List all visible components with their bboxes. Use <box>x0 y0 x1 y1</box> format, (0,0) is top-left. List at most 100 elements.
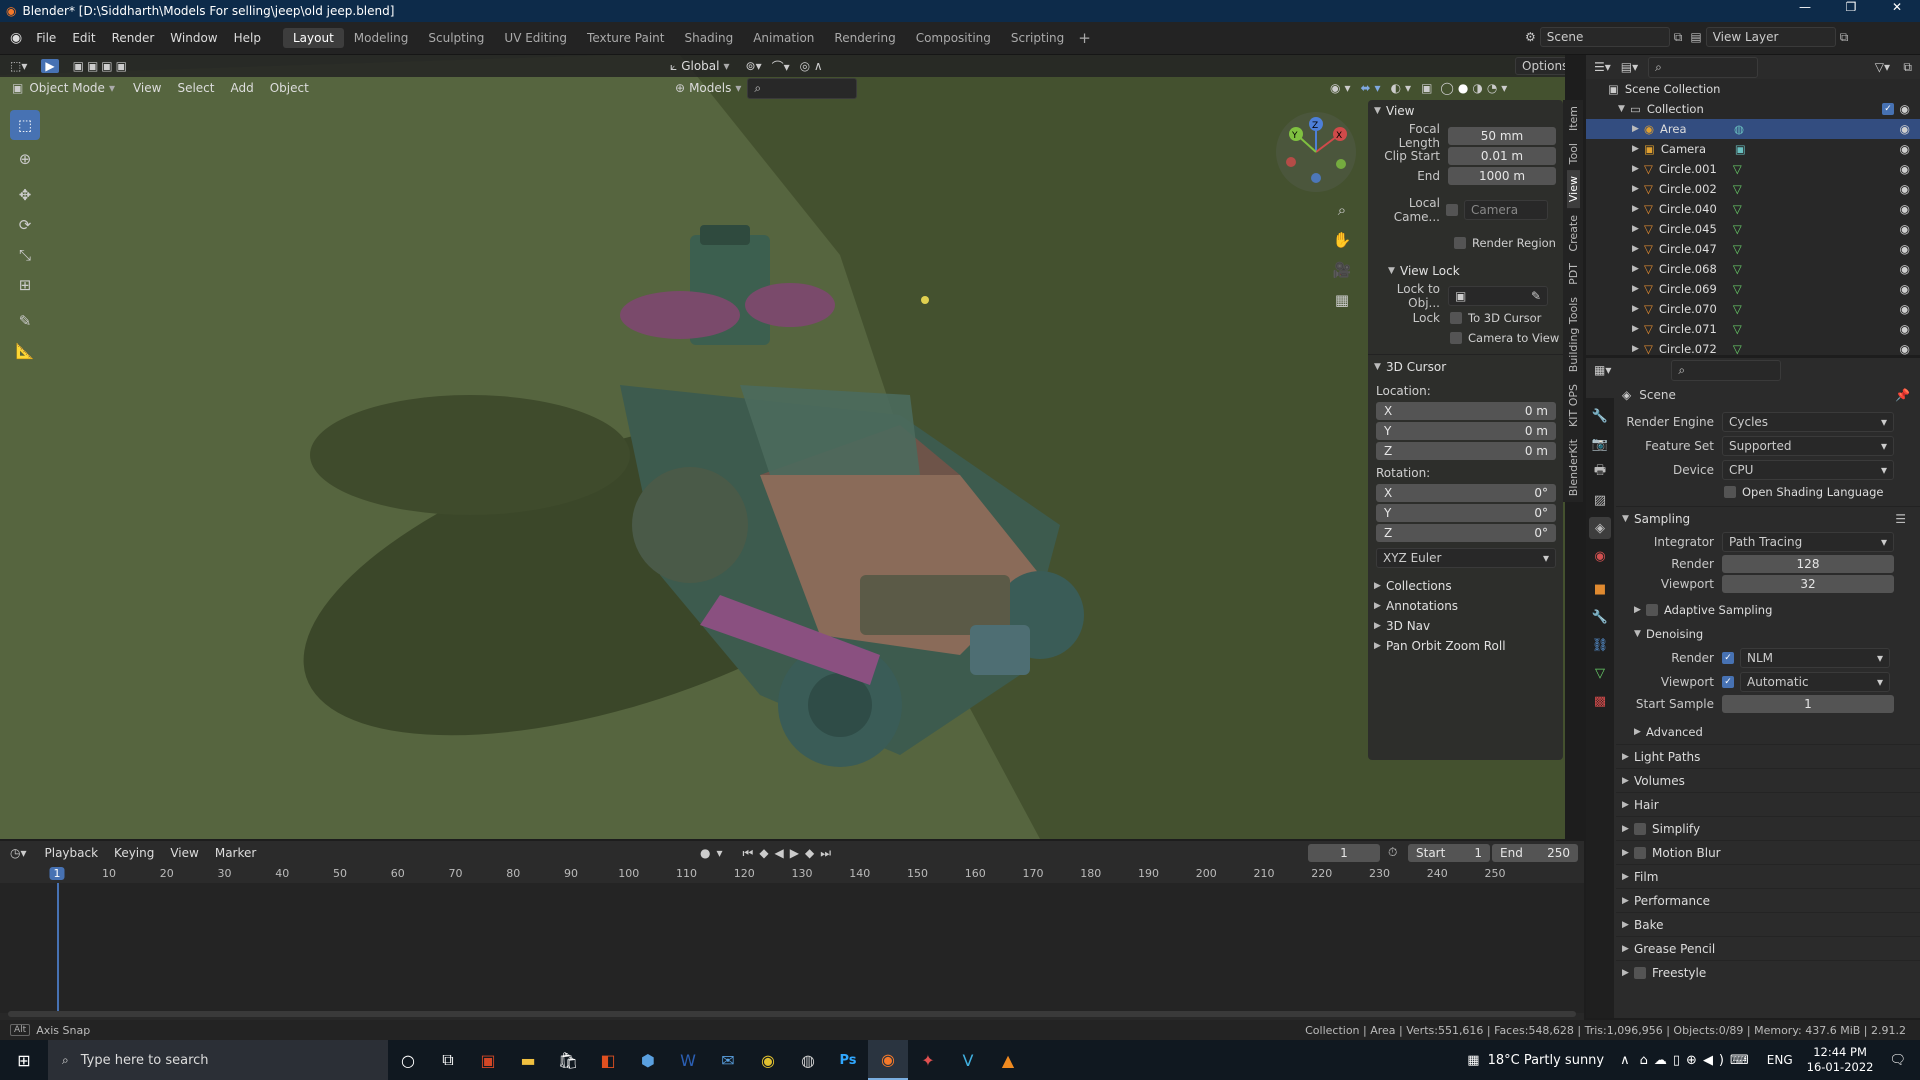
eye-icon[interactable]: ◉ <box>1900 262 1910 276</box>
next-keyframe-icon[interactable]: ◆ <box>805 846 820 860</box>
tab-scripting[interactable]: Scripting <box>1001 28 1074 48</box>
motion-blur-checkbox[interactable] <box>1634 846 1646 859</box>
menu-help[interactable]: Help <box>226 31 269 45</box>
properties-editor-icon[interactable]: ▦▾ <box>1594 363 1611 377</box>
options-dropdown[interactable]: Options <box>1515 57 1565 75</box>
office-icon[interactable]: ◧ <box>588 1040 628 1080</box>
local-camera-field[interactable]: Camera <box>1464 200 1548 220</box>
panel-annotations[interactable]: ▶ Annotations <box>1368 596 1563 616</box>
view-lock-header[interactable]: ▼ View Lock <box>1368 260 1563 282</box>
viewport-menu-select[interactable]: Select <box>169 81 222 95</box>
tab-uv-editing[interactable]: UV Editing <box>494 28 577 48</box>
3d-cursor-header[interactable]: ▼ 3D Cursor <box>1368 354 1563 378</box>
transform-orientation-dropdown[interactable]: Global <box>681 59 719 73</box>
rotate-tool-icon[interactable]: ⟳ <box>10 210 40 240</box>
overlays-icon[interactable]: ◐▾ <box>1391 81 1416 95</box>
viewport-menu-view[interactable]: View <box>125 81 169 95</box>
osl-checkbox[interactable] <box>1724 486 1736 498</box>
exclude-checkbox[interactable]: ✓ <box>1882 103 1894 115</box>
scale-tool-icon[interactable]: ⤡ <box>10 240 40 270</box>
measure-tool-icon[interactable]: 📐 <box>10 336 40 366</box>
modifier-tab-icon[interactable]: 🔧 <box>1589 606 1611 628</box>
mesh-data-icon[interactable]: ▽ <box>1733 202 1742 216</box>
start-frame-field[interactable]: Start 1 <box>1408 844 1490 862</box>
mesh-data-icon[interactable]: ▽ <box>1733 302 1742 316</box>
lock-to-object-field[interactable]: ▣ ✎ <box>1448 286 1548 306</box>
rotation-mode-dropdown[interactable]: XYZ Euler ▾ <box>1376 548 1556 568</box>
word-icon[interactable]: W <box>668 1040 708 1080</box>
rot-x-field[interactable]: X 0° <box>1376 484 1556 502</box>
panel-performance[interactable]: ▶ Performance <box>1616 888 1920 912</box>
display-mode-icon[interactable]: ▤▾ <box>1621 60 1638 74</box>
sampling-panel-header[interactable]: ▼ Sampling ☰ <box>1616 506 1920 530</box>
task-view-icon[interactable]: ⧉ <box>428 1040 468 1080</box>
n-tab-tool[interactable]: Tool <box>1567 137 1580 170</box>
expand-arrow-icon[interactable]: ▶ <box>1632 224 1644 234</box>
tab-modeling[interactable]: Modeling <box>344 28 419 48</box>
menu-edit[interactable]: Edit <box>64 31 103 45</box>
navigation-gizmo[interactable]: Z X Y <box>1276 112 1356 192</box>
n-tab-pdt[interactable]: PDT <box>1567 257 1580 291</box>
outliner-item[interactable]: ▶ ▽ Circle.002 ▽ ◉ <box>1586 179 1920 199</box>
outliner-item[interactable]: ▶ ▽ Circle.070 ▽ ◉ <box>1586 299 1920 319</box>
lock-to-3d-cursor-checkbox[interactable] <box>1450 312 1462 324</box>
jump-start-icon[interactable]: ⏮ <box>743 846 760 861</box>
windows-start-icon[interactable]: ⊞ <box>0 1040 48 1080</box>
viewport-menu-add[interactable]: Add <box>222 81 261 95</box>
new-collection-icon[interactable]: ⧉ <box>1903 60 1912 75</box>
eye-icon[interactable]: ◉ <box>1900 342 1910 355</box>
vpn-icon[interactable]: V <box>948 1040 988 1080</box>
file-explorer-icon[interactable]: ▬ <box>508 1040 548 1080</box>
zoom-icon[interactable]: ⌕ <box>1330 195 1354 225</box>
output-tab-icon[interactable]: 🖶 <box>1589 461 1611 483</box>
powerpoint-icon[interactable]: ▣ <box>468 1040 508 1080</box>
add-workspace-button[interactable]: + <box>1078 29 1091 47</box>
adaptive-sampling-header[interactable]: ▶ Adaptive Sampling <box>1616 598 1920 622</box>
device-dropdown[interactable]: CPU ▾ <box>1722 460 1894 480</box>
panel-collections[interactable]: ▶ Collections <box>1368 576 1563 596</box>
feature-set-dropdown[interactable]: Supported ▾ <box>1722 436 1894 456</box>
denoise-render-dropdown[interactable]: NLM ▾ <box>1740 648 1890 668</box>
outliner-item[interactable]: ▶ ▽ Circle.071 ▽ ◉ <box>1586 319 1920 339</box>
panel-hair[interactable]: ▶ Hair <box>1616 792 1920 816</box>
viewport-search-input[interactable]: ⌕ <box>747 77 858 99</box>
panel-freestyle[interactable]: ▶ Freestyle <box>1616 960 1920 984</box>
panel-volumes[interactable]: ▶ Volumes <box>1616 768 1920 792</box>
mail-icon[interactable]: ✉ <box>708 1040 748 1080</box>
move-tool-icon[interactable]: ✥ <box>10 180 40 210</box>
expand-arrow-icon[interactable]: ▶ <box>1632 204 1644 214</box>
menu-file[interactable]: File <box>28 31 64 45</box>
n-tab-kit-ops[interactable]: KIT OPS <box>1567 378 1580 433</box>
eye-icon[interactable]: ◉ <box>1900 202 1910 216</box>
panel-motion-blur[interactable]: ▶ Motion Blur <box>1616 840 1920 864</box>
taskbar-search-box[interactable]: ⌕ Type here to search <box>48 1040 388 1080</box>
texture-tab-icon[interactable]: ▩ <box>1589 690 1611 712</box>
properties-search-input[interactable]: ⌕ <box>1671 359 1782 381</box>
shading-rendered-icon[interactable]: ◔▾ <box>1487 81 1512 95</box>
restore-button[interactable]: ❐ <box>1828 0 1874 14</box>
expand-arrow-icon[interactable]: ▶ <box>1632 284 1644 294</box>
scene-icon[interactable]: ⚙ <box>1525 30 1536 44</box>
adaptive-sampling-checkbox[interactable] <box>1646 604 1658 616</box>
play-icon[interactable]: ▶ <box>790 846 805 860</box>
vlc-icon[interactable]: ▲ <box>988 1040 1028 1080</box>
blender-taskbar-icon[interactable]: ◉ <box>868 1040 908 1080</box>
menu-window[interactable]: Window <box>162 31 225 45</box>
denoising-header[interactable]: ▼ Denoising <box>1616 622 1920 646</box>
loc-z-field[interactable]: Z0 m <box>1376 442 1556 460</box>
tab-texture-paint[interactable]: Texture Paint <box>577 28 674 48</box>
eyedropper-icon[interactable]: ✎ <box>1531 289 1541 303</box>
store-icon[interactable]: 🛍 <box>548 1040 588 1080</box>
render-samples-field[interactable]: 128 <box>1722 555 1894 573</box>
mesh-data-icon[interactable]: ▽ <box>1733 322 1742 336</box>
app3-icon[interactable]: ✦ <box>908 1040 948 1080</box>
panel-film[interactable]: ▶ Film <box>1616 864 1920 888</box>
object-tab-icon[interactable]: ■ <box>1589 578 1611 600</box>
jump-end-icon[interactable]: ⏭ <box>820 846 837 861</box>
eye-icon[interactable]: ◉ <box>1900 322 1910 336</box>
expand-arrow-icon[interactable]: ▶ <box>1632 164 1644 174</box>
view-layer-icon[interactable]: ▤ <box>1690 30 1701 44</box>
current-frame-field[interactable]: 1 <box>1308 844 1380 862</box>
eye-icon[interactable]: ◉ <box>1900 302 1910 316</box>
tab-rendering[interactable]: Rendering <box>824 28 905 48</box>
